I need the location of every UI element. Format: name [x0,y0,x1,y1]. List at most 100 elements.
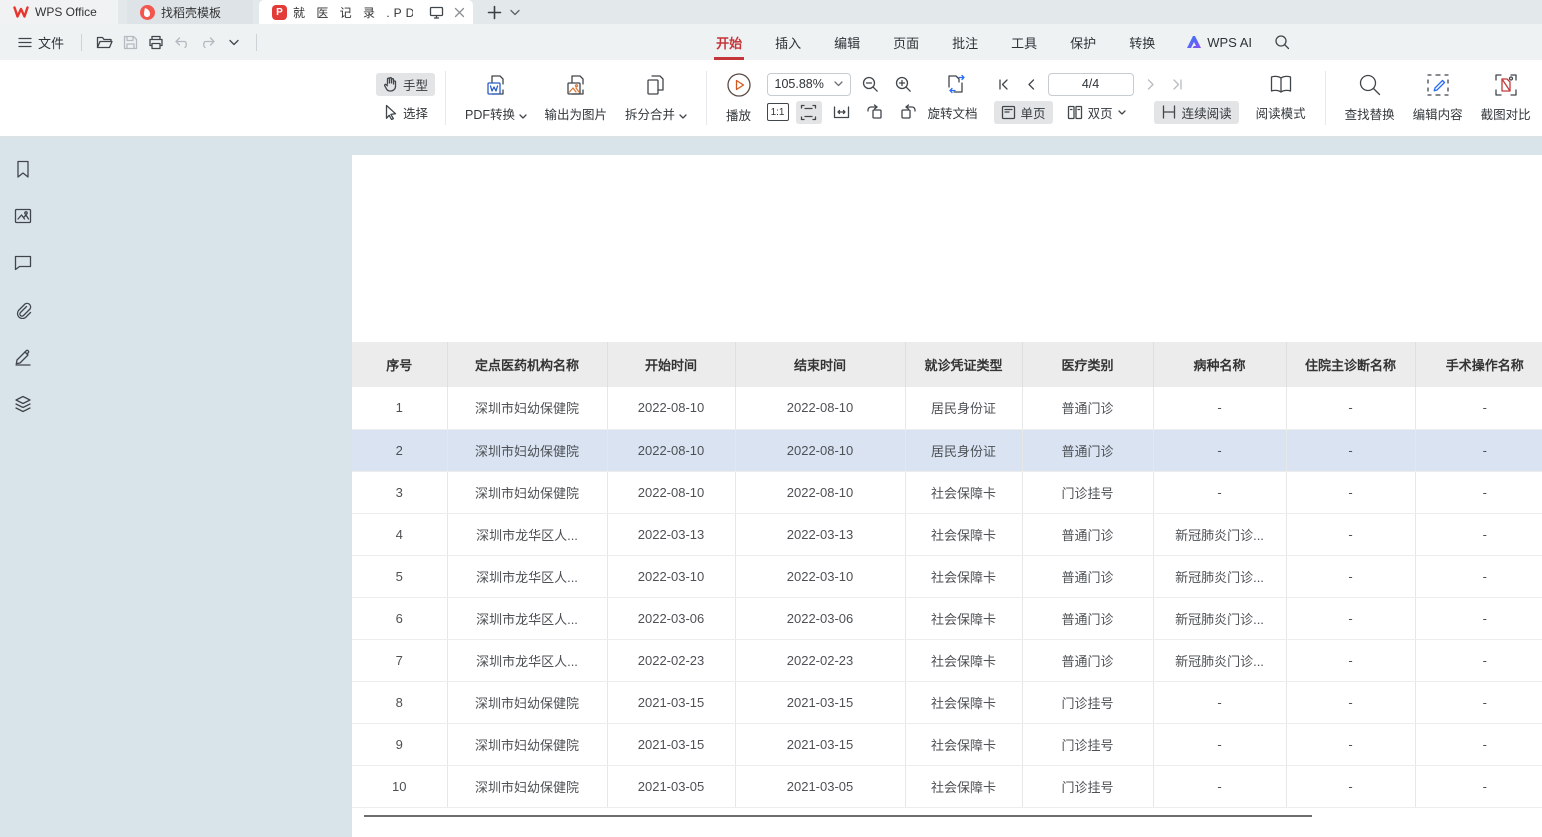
menu-search-button[interactable] [1274,34,1290,50]
attachments-panel-button[interactable] [11,298,35,322]
menu-tab-4[interactable]: 批注 [950,27,980,58]
double-page-button[interactable]: 双页 [1060,101,1133,124]
zoom-out-button[interactable] [858,73,884,96]
rotate-right-button[interactable] [895,101,921,124]
undo-button[interactable] [169,30,195,54]
table-cell: 社会保障卡 [905,639,1022,681]
file-menu-button[interactable]: 文件 [10,29,72,56]
table-cell: 深圳市妇幼保健院 [447,681,607,723]
hand-tool-button[interactable]: 手型 [376,73,435,96]
double-page-label: 双页 [1088,103,1113,122]
menu-tab-5[interactable]: 工具 [1009,27,1039,58]
fit-width-button[interactable] [829,101,855,124]
close-tab-icon[interactable] [454,7,465,18]
table-cell: - [1286,681,1415,723]
rotate-doc-label[interactable]: 旋转文档 [928,103,978,122]
menu-wps-ai[interactable]: WPS AI [1186,35,1252,50]
find-replace-button[interactable]: 查找替换 [1336,73,1404,123]
first-page-button[interactable] [994,73,1014,96]
select-tool-button[interactable]: 选择 [376,101,435,124]
pdf-page[interactable]: 序号定点医药机构名称开始时间结束时间就诊凭证类型医疗类别病种名称住院主诊断名称手… [352,155,1542,837]
read-mode-button[interactable]: 阅读模式 [1247,74,1315,122]
zoom-level-input[interactable]: 105.88% [767,73,851,96]
print-button[interactable] [143,30,169,54]
rotate-left-button[interactable] [862,101,888,124]
prev-page-button[interactable] [1021,73,1041,96]
tab-label: WPS Office [35,5,97,19]
table-cell: 深圳市妇幼保健院 [447,387,607,429]
signature-panel-button[interactable] [11,345,35,369]
table-cell: 1 [352,387,447,429]
menu-tab-6[interactable]: 保护 [1068,27,1098,58]
comment-icon [14,255,32,271]
table-cell: - [1153,471,1286,513]
bookmarks-panel-button[interactable] [11,157,35,181]
fit-page-button[interactable] [796,101,822,124]
menu-tab-2[interactable]: 编辑 [832,27,862,58]
menu-tab-0[interactable]: 开始 [714,27,744,58]
table-cell: - [1415,681,1542,723]
screenshot-compare-label: 截图对比 [1481,104,1531,123]
menu-tab-7[interactable]: 转换 [1127,27,1157,58]
table-cell: 普通门诊 [1022,639,1153,681]
table-cell: - [1415,513,1542,555]
actual-size-button[interactable]: 1:1 [767,103,789,121]
chevron-down-icon [1118,110,1126,115]
table-cell: 2022-02-23 [607,639,735,681]
thumbnails-panel-button[interactable] [11,204,35,228]
divider [256,34,257,51]
wps-ai-label: WPS AI [1207,35,1252,50]
table-cell: 社会保障卡 [905,555,1022,597]
edit-content-button[interactable]: 编辑内容 [1404,73,1472,123]
single-page-icon [1001,105,1016,120]
tab-docer-templates[interactable]: 找稻壳模板 [127,0,253,24]
table-row: 5深圳市龙华区人...2022-03-102022-03-10社会保障卡普通门诊… [352,555,1542,597]
layers-panel-button[interactable] [11,392,35,416]
table-bottom-border [364,815,1312,817]
open-file-button[interactable] [91,30,117,54]
quick-access-chevron-icon[interactable] [221,30,247,54]
table-cell: - [1286,555,1415,597]
table-cell: 2022-08-10 [607,387,735,429]
single-page-button[interactable]: 单页 [994,101,1053,124]
save-button[interactable] [117,30,143,54]
table-cell: 10 [352,765,447,807]
table-cell: 2021-03-15 [607,723,735,765]
zoom-in-button[interactable] [891,73,917,96]
export-image-icon [564,73,588,97]
split-merge-button[interactable]: 拆分合并 [616,73,696,123]
export-image-button[interactable]: 输出为图片 [536,73,617,123]
table-header-cell: 病种名称 [1153,342,1286,387]
play-button[interactable]: 播放 [717,72,761,124]
next-page-button[interactable] [1141,73,1161,96]
swap-pages-button[interactable] [944,73,970,96]
tab-wps-home[interactable]: WPS Office [0,0,118,24]
menu-tab-1[interactable]: 插入 [773,27,803,58]
page-number-input[interactable]: 4/4 [1048,73,1134,96]
divider [81,34,82,51]
table-cell: - [1415,471,1542,513]
tab-document-active[interactable]: P 就 医 记 录 .PDF [259,0,473,24]
table-cell: - [1415,765,1542,807]
comments-panel-button[interactable] [11,251,35,275]
paperclip-icon [14,301,32,319]
table-header-cell: 手术操作名称 [1415,342,1542,387]
table-cell: 深圳市龙华区人... [447,597,607,639]
bookmark-icon [15,160,31,179]
menu-tab-3[interactable]: 页面 [891,27,921,58]
pdf-convert-button[interactable]: PDF转换 [456,73,536,123]
table-header-cell: 结束时间 [735,342,905,387]
table-cell: - [1415,387,1542,429]
table-cell: 2022-08-10 [735,387,905,429]
new-tab-plus-icon[interactable] [487,5,502,20]
last-page-button[interactable] [1168,73,1188,96]
table-header-cell: 序号 [352,342,447,387]
tab-list-chevron-icon[interactable] [510,9,520,16]
continuous-read-button[interactable]: 连续阅读 [1154,101,1239,124]
redo-button[interactable] [195,30,221,54]
monitor-icon[interactable] [429,6,444,19]
table-cell: - [1286,597,1415,639]
screenshot-compare-button[interactable]: 截图对比 [1472,73,1540,123]
table-cell: - [1415,723,1542,765]
pdf-file-icon: P [272,5,287,20]
